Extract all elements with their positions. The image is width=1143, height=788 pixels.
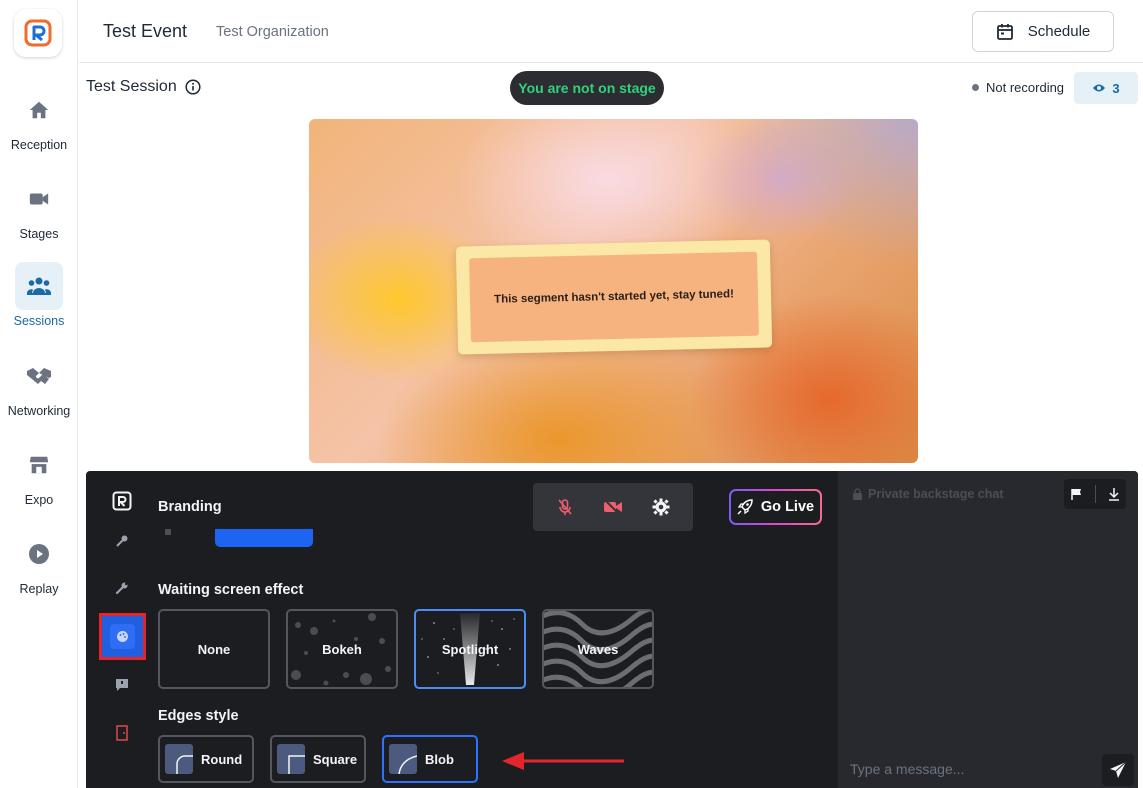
backstage-sidebar — [86, 471, 158, 788]
effect-option-none[interactable]: None — [158, 609, 270, 689]
handshake-icon — [15, 352, 63, 400]
session-video: This segment hasn't started yet, stay tu… — [309, 119, 918, 463]
branding-tab-selected[interactable] — [99, 613, 146, 660]
logo-r-icon — [24, 19, 52, 47]
settings-gear-icon[interactable] — [646, 492, 676, 522]
session-name: Test Session — [86, 78, 177, 95]
round-edge-icon — [165, 744, 193, 774]
nav-item-sessions[interactable]: Sessions — [0, 262, 78, 342]
chat-bubble-icon[interactable] — [112, 675, 132, 695]
logo-r-icon[interactable] — [112, 491, 132, 511]
microphone-muted-icon[interactable] — [550, 492, 580, 522]
camera-off-icon[interactable] — [598, 492, 628, 522]
app-logo[interactable] — [14, 9, 62, 57]
branding-title: Branding — [158, 499, 222, 515]
calendar-icon — [996, 23, 1013, 40]
flag-icon[interactable] — [1070, 487, 1084, 501]
recording-status-text: Not recording — [986, 80, 1065, 95]
nav-label: Networking — [7, 404, 71, 418]
info-icon[interactable] — [185, 79, 201, 95]
storefront-icon — [15, 441, 63, 489]
nav-label: Expo — [24, 493, 54, 507]
eye-icon — [1093, 84, 1106, 92]
recording-status: Not recording — [972, 80, 1064, 95]
edge-label: Round — [201, 751, 243, 767]
nav-item-stages[interactable]: Stages — [0, 175, 78, 255]
backstage-panel: Branding Go Live Waiting screen effect N… — [86, 471, 1138, 788]
home-icon — [15, 86, 63, 134]
waiting-message-card: This segment hasn't started yet, stay tu… — [455, 239, 773, 355]
effect-label: Bokeh — [322, 641, 362, 657]
rocket-icon — [737, 499, 753, 515]
top-header: Test Event Test Organization Schedule — [79, 0, 1143, 63]
stage-status-pill: You are not on stage — [510, 71, 664, 105]
nav-item-expo[interactable]: Expo — [0, 441, 78, 521]
effect-option-bokeh[interactable]: Bokeh — [286, 609, 398, 689]
effect-label: Waves — [577, 641, 619, 657]
viewer-count: 3 — [1112, 80, 1120, 96]
blob-edge-icon — [389, 744, 417, 774]
organization-name[interactable]: Test Organization — [216, 24, 329, 40]
viewer-count-badge[interactable]: 3 — [1074, 72, 1138, 104]
download-icon[interactable] — [1107, 487, 1121, 501]
schedule-label: Schedule — [1027, 23, 1091, 40]
people-group-icon — [15, 262, 63, 310]
recording-dot-icon — [972, 84, 979, 91]
session-title: Test Session — [86, 78, 201, 96]
wrench-icon[interactable] — [112, 578, 132, 598]
left-navigation: Reception Stages Sessions Networking Exp… — [0, 0, 78, 788]
waiting-effect-label: Waiting screen effect — [158, 582, 304, 598]
edge-label: Blob — [425, 751, 454, 767]
microphone-icon[interactable] — [112, 531, 132, 551]
nav-label: Reception — [10, 138, 68, 152]
effect-label: Spotlight — [441, 641, 499, 657]
chat-message-input[interactable] — [850, 761, 1080, 777]
partial-label — [165, 529, 171, 535]
square-edge-icon — [277, 744, 305, 774]
edge-option-blob[interactable]: Blob — [382, 735, 478, 783]
nav-label: Stages — [19, 227, 59, 241]
edges-style-label: Edges style — [158, 708, 239, 724]
edge-option-round[interactable]: Round — [158, 735, 254, 783]
nav-label: Replay — [19, 582, 59, 596]
chat-toolbar — [1064, 479, 1126, 509]
go-live-button[interactable]: Go Live — [729, 489, 822, 525]
palette-icon — [110, 624, 135, 649]
edge-option-square[interactable]: Square — [270, 735, 366, 783]
send-icon — [1110, 761, 1127, 778]
go-live-label: Go Live — [760, 499, 815, 515]
toolbar-divider — [1094, 485, 1096, 503]
backstage-chat: Private backstage chat — [838, 471, 1138, 788]
nav-item-reception[interactable]: Reception — [0, 86, 78, 166]
waiting-message: This segment hasn't started yet, stay tu… — [469, 251, 759, 343]
exit-door-icon[interactable] — [112, 723, 132, 743]
play-circle-icon — [15, 530, 63, 578]
schedule-button[interactable]: Schedule — [972, 11, 1114, 52]
annotation-arrow-icon — [502, 752, 624, 770]
nav-item-replay[interactable]: Replay — [0, 530, 78, 610]
event-title: Test Event — [103, 21, 188, 41]
send-message-button[interactable] — [1102, 754, 1134, 786]
lock-icon — [853, 488, 862, 500]
effect-label: None — [197, 641, 231, 657]
nav-item-networking[interactable]: Networking — [0, 352, 78, 432]
video-camera-icon — [15, 175, 63, 223]
effect-option-waves[interactable]: Waves — [542, 609, 654, 689]
edge-label: Square — [313, 751, 358, 767]
chat-header: Private backstage chat — [852, 487, 1004, 501]
chat-header-text: Private backstage chat — [868, 487, 1004, 501]
nav-label: Sessions — [13, 314, 65, 328]
media-controls — [533, 483, 693, 531]
partial-upload-button[interactable] — [215, 529, 313, 547]
effect-option-spotlight[interactable]: Spotlight — [414, 609, 526, 689]
